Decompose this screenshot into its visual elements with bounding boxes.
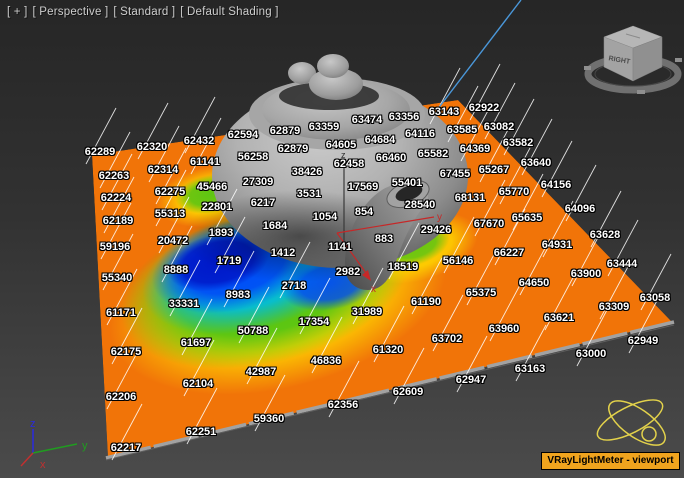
vray-lightmeter-icon[interactable] [592,392,672,453]
view-cube[interactable]: RIGHT [584,26,682,94]
viewport-canvas[interactable]: z y x RIGHT [0,0,684,478]
tripod-x-label: x [371,284,376,295]
world-axis-x-label: x [40,459,46,471]
viewcube-ring-mark[interactable] [584,66,591,70]
world-axis-y-label: y [82,440,88,452]
scene-3d: z y x RIGHT [0,0,684,478]
tripod-y-label: y [437,212,442,223]
viewport-general-menu[interactable]: [ + ] [7,6,28,18]
world-axis-gizmo: z y x [21,418,88,471]
tripod-z-label: z [341,150,346,160]
world-axis-z-label: z [30,418,36,430]
viewport-label-bar: [ + ] [ Perspective ] [ Standard ] [ Def… [7,6,279,18]
viewcube-ring-mark[interactable] [675,58,682,62]
viewport-pov-menu[interactable]: [ Perspective ] [33,6,109,18]
viewport-shading-menu[interactable]: [ Default Shading ] [180,6,278,18]
viewcube-ring-mark[interactable] [637,90,645,94]
lightmeter-viewport-badge: VRayLightMeter - viewport [541,452,680,470]
light-ray-line [437,0,521,110]
viewport-render-preset-menu[interactable]: [ Standard ] [113,6,175,18]
